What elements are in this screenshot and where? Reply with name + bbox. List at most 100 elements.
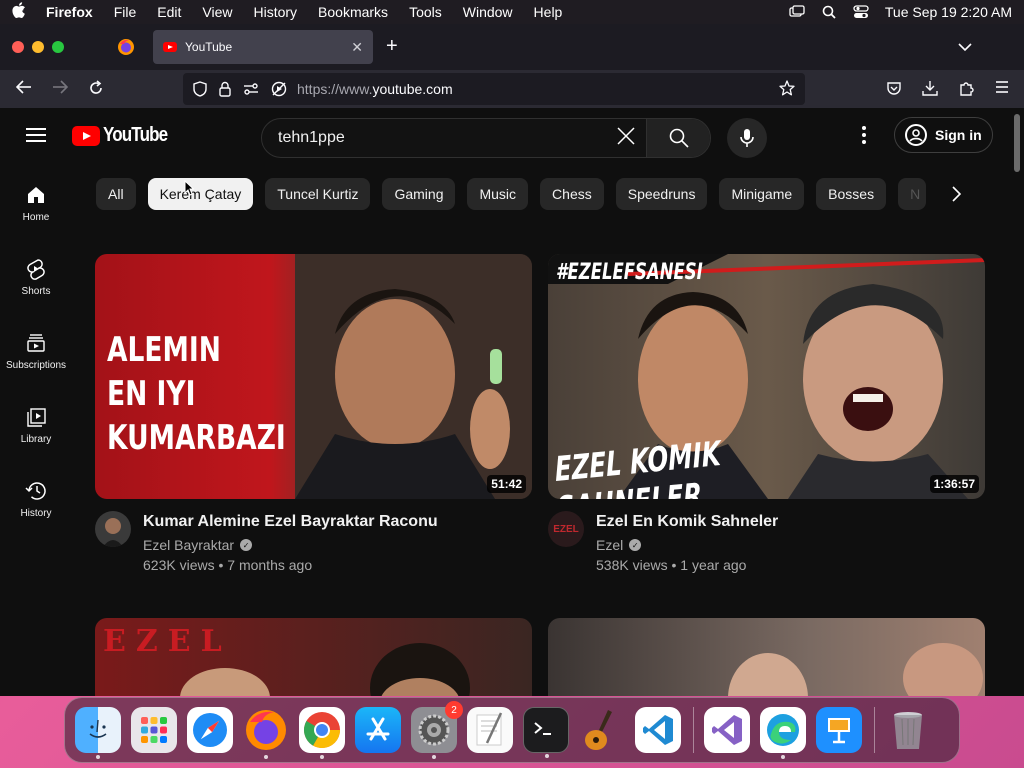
video-thumbnail[interactable] — [548, 618, 985, 696]
close-window-button[interactable] — [12, 41, 24, 53]
apple-menu-icon[interactable] — [12, 2, 28, 22]
video-title[interactable]: Kumar Alemine Ezel Bayraktar Raconu — [143, 511, 438, 533]
new-tab-button[interactable]: + — [386, 36, 398, 56]
settings-more-icon[interactable] — [862, 126, 868, 147]
chip-speedruns[interactable]: Speedruns — [615, 178, 708, 210]
downloads-icon[interactable] — [922, 80, 938, 101]
search-input[interactable] — [262, 129, 606, 147]
chip-tuncel-kurtiz[interactable]: Tuncel Kurtiz — [265, 178, 371, 210]
tab-youtube[interactable]: YouTube ✕ — [153, 30, 373, 64]
menu-view[interactable]: View — [202, 4, 232, 20]
video-card[interactable]: #EZELEFSANESI EZEL KOMIK SAHNELER 1:36:5… — [548, 254, 985, 573]
menu-bookmarks[interactable]: Bookmarks — [318, 4, 388, 20]
dock-system-settings-icon[interactable]: 2 — [411, 701, 463, 759]
video-title[interactable]: Ezel En Komik Sahneler — [596, 511, 778, 533]
dock-firefox-icon[interactable] — [243, 707, 289, 759]
autoplay-blocked-icon[interactable] — [271, 81, 287, 97]
zoom-window-button[interactable] — [52, 41, 64, 53]
menu-history[interactable]: History — [253, 4, 297, 20]
youtube-logo[interactable]: YouTube — [72, 124, 179, 147]
reload-icon[interactable] — [88, 80, 104, 101]
screen-mirroring-icon[interactable] — [789, 5, 805, 19]
chip-all[interactable]: All — [96, 178, 136, 210]
back-arrow-icon[interactable] — [15, 80, 32, 99]
tracking-protection-shield-icon[interactable] — [193, 81, 207, 97]
control-center-icon[interactable] — [853, 5, 869, 19]
dock-finder-icon[interactable] — [75, 707, 121, 759]
macos-dock: 2 — [64, 697, 960, 763]
minimize-window-button[interactable] — [32, 41, 44, 53]
dock-vscode-icon[interactable] — [635, 707, 681, 753]
chip-music[interactable]: Music — [467, 178, 529, 210]
channel-name[interactable]: Ezel Bayraktar — [143, 537, 234, 553]
channel-avatar[interactable] — [95, 511, 131, 547]
dock-safari-icon[interactable] — [187, 707, 233, 753]
chip-minigame[interactable]: Minigame — [719, 178, 805, 210]
chip-partial[interactable]: N — [898, 178, 927, 210]
forward-arrow-icon[interactable] — [52, 80, 69, 99]
dock-terminal-icon[interactable] — [523, 707, 569, 758]
guide-menu-icon[interactable] — [26, 128, 46, 142]
menu-app-name[interactable]: Firefox — [46, 4, 93, 20]
tab-strip: YouTube ✕ + — [0, 24, 1024, 70]
dock-trash-icon[interactable] — [885, 707, 931, 753]
video-thumbnail[interactable]: ALEMIN EN IYI KUMARBAZI 51:42 — [95, 254, 532, 499]
sidebar-item-subscriptions[interactable]: Subscriptions — [0, 312, 72, 386]
dock-garageband-icon[interactable] — [579, 707, 625, 753]
sidebar-item-library[interactable]: Library — [0, 386, 72, 460]
close-tab-icon[interactable]: ✕ — [351, 39, 363, 56]
spotlight-search-icon[interactable] — [821, 5, 837, 19]
voice-search-button[interactable] — [727, 118, 767, 158]
video-thumbnail[interactable]: EZEL — [95, 618, 532, 696]
microphone-icon — [740, 129, 754, 147]
thumbnail-image — [728, 643, 983, 696]
video-card[interactable]: ALEMIN EN IYI KUMARBAZI 51:42 Kumar Alem… — [95, 254, 532, 573]
permissions-icon[interactable] — [243, 82, 259, 96]
app-menu-hamburger-icon[interactable] — [994, 80, 1010, 101]
pinned-firefox-tab[interactable] — [114, 35, 138, 59]
sidebar-item-home[interactable]: Home — [0, 164, 72, 238]
pocket-icon[interactable] — [886, 80, 902, 101]
scrollbar-thumb[interactable] — [1014, 114, 1020, 172]
menu-window[interactable]: Window — [463, 4, 513, 20]
verified-check-icon: ✓ — [629, 539, 642, 551]
sign-in-button[interactable]: Sign in — [894, 117, 993, 153]
dock-visual-studio-icon[interactable] — [704, 707, 750, 753]
lock-icon[interactable] — [219, 81, 231, 97]
extensions-puzzle-icon[interactable] — [958, 80, 974, 101]
menu-file[interactable]: File — [114, 4, 137, 20]
sidebar-item-history[interactable]: History — [0, 460, 72, 534]
chip-chess[interactable]: Chess — [540, 178, 604, 210]
sidebar-item-shorts[interactable]: Shorts — [0, 238, 72, 312]
channel-avatar-logo: EZEL — [553, 523, 579, 535]
video-stats: 623K views • 7 months ago — [143, 557, 313, 573]
menubar-clock[interactable]: Tue Sep 19 2:20 AM — [885, 4, 1012, 20]
dock-textedit-icon[interactable] — [467, 707, 513, 753]
menu-tools[interactable]: Tools — [409, 4, 442, 20]
chips-next-chevron-icon[interactable] — [938, 178, 974, 210]
bookmark-star-icon[interactable] — [779, 79, 795, 99]
dock-launchpad-icon[interactable] — [131, 707, 177, 753]
search-button[interactable] — [646, 119, 710, 157]
menu-help[interactable]: Help — [534, 4, 563, 20]
sidebar-item-label: Library — [20, 434, 52, 445]
list-all-tabs-chevron-icon[interactable] — [958, 39, 972, 57]
clear-search-icon[interactable] — [606, 125, 646, 151]
chip-bosses[interactable]: Bosses — [816, 178, 887, 210]
url-bar[interactable]: https://www. youtube.com — [183, 73, 805, 105]
firefox-window: YouTube ✕ + https://www. youtube.com You… — [0, 24, 1024, 696]
dock-chrome-icon[interactable] — [299, 707, 345, 759]
video-stats: 538K views • 1 year ago — [596, 557, 747, 573]
video-thumbnail[interactable]: #EZELEFSANESI EZEL KOMIK SAHNELER 1:36:5… — [548, 254, 985, 499]
page-scrollbar[interactable] — [1014, 108, 1022, 696]
channel-name[interactable]: Ezel — [596, 537, 623, 553]
channel-avatar[interactable]: EZEL — [548, 511, 584, 547]
thumbnail-caption: ALEMIN EN IYI KUMARBAZI — [107, 330, 286, 458]
menu-edit[interactable]: Edit — [157, 4, 181, 20]
dock-edge-icon[interactable] — [760, 707, 806, 759]
dock-app-store-icon[interactable] — [355, 707, 401, 753]
chip-gaming[interactable]: Gaming — [382, 178, 456, 210]
mouse-cursor-icon — [184, 180, 194, 196]
dock-keynote-icon[interactable] — [816, 707, 862, 753]
chip-kerem-catay[interactable]: Kerem Çatay — [147, 178, 254, 210]
